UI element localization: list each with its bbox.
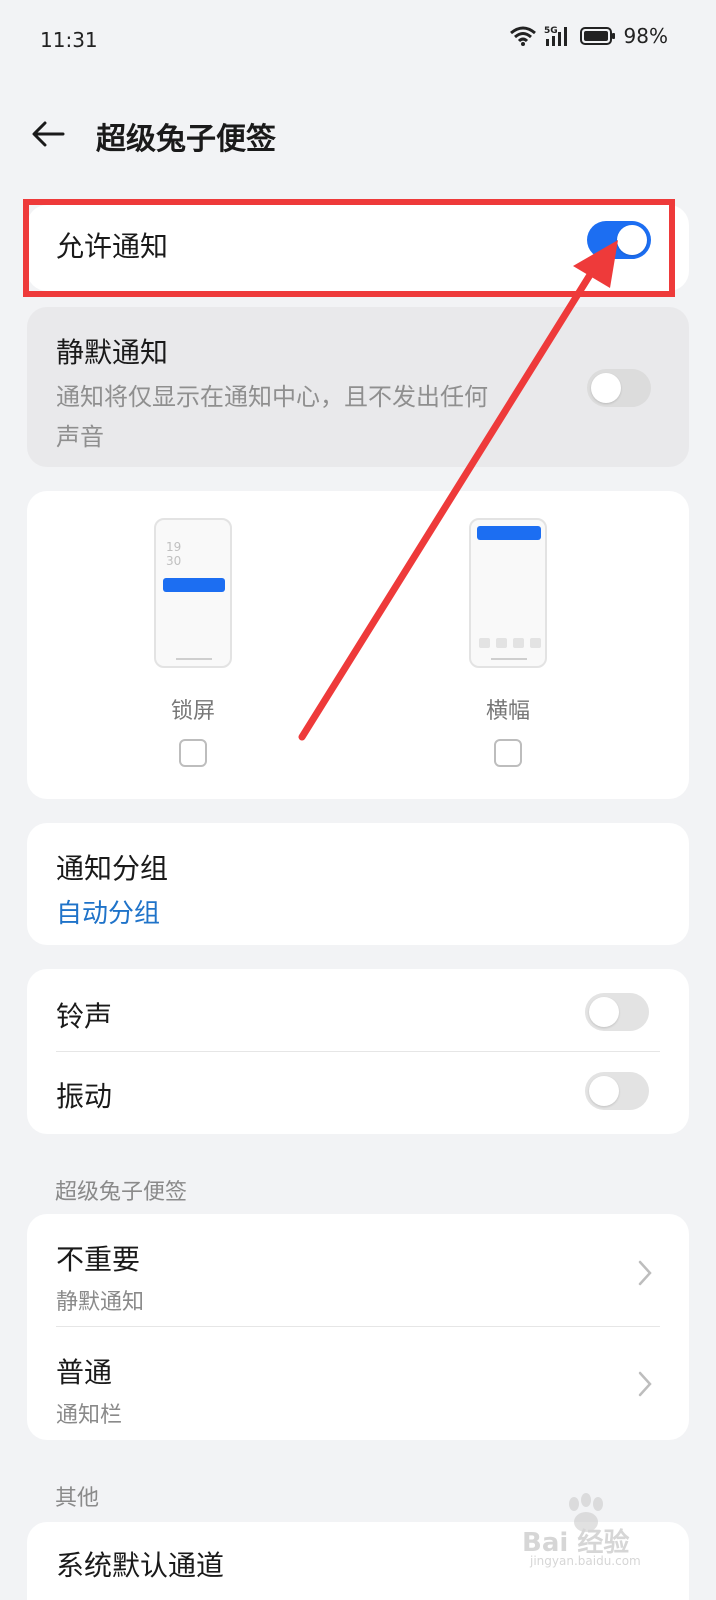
channels-card: 不重要 静默通知 普通 通知栏 <box>27 1214 689 1440</box>
wifi-icon <box>509 26 536 46</box>
header: 超级兔子便签 <box>0 100 716 170</box>
lock-screen-preview[interactable]: 19 30 <box>154 518 232 668</box>
status-time: 11:31 <box>40 28 98 52</box>
toggle-knob <box>591 373 621 403</box>
chevron-right-icon <box>638 1260 652 1286</box>
lock-notification-bar <box>163 578 225 592</box>
silent-notify-desc-line1: 通知将仅显示在通知中心，且不发出任何 <box>56 383 488 411</box>
vibrate-label: 振动 <box>56 1080 113 1113</box>
banner-preview[interactable] <box>469 518 547 668</box>
channels-section-label: 超级兔子便签 <box>55 1180 188 1205</box>
sound-card: 铃声 振动 <box>27 969 689 1134</box>
display-mode-card: 19 30 锁屏 横幅 <box>27 491 689 799</box>
channel-title: 普通 <box>56 1356 113 1389</box>
divider <box>56 1051 660 1052</box>
silent-notify-desc-line2: 声音 <box>56 423 104 451</box>
channel-item[interactable]: 不重要 静默通知 <box>27 1214 689 1326</box>
annotation-highlight-box <box>23 199 675 297</box>
watermark: Bai 经验 jingyan.baidu.com <box>516 1493 686 1570</box>
back-arrow-icon <box>32 121 65 147</box>
status-icons: 5G 98% <box>509 24 668 48</box>
lock-screen-checkbox[interactable] <box>179 739 207 767</box>
watermark-url: jingyan.baidu.com <box>530 1554 641 1568</box>
other-item-label: 系统默认通道 <box>56 1549 225 1582</box>
lock-screen-label: 锁屏 <box>170 699 215 724</box>
silent-notify-toggle[interactable] <box>587 369 651 407</box>
channel-sub: 静默通知 <box>56 1290 145 1315</box>
grouping-label: 通知分组 <box>56 852 169 885</box>
lock-clock-top: 19 <box>166 540 182 554</box>
status-bar: 11:31 5G 98% <box>0 0 716 82</box>
ringtone-label: 铃声 <box>56 1000 113 1033</box>
banner-checkbox[interactable] <box>494 739 522 767</box>
lock-clock-bottom: 30 <box>166 554 182 568</box>
silent-notify-label: 静默通知 <box>56 336 169 369</box>
grouping-value: 自动分组 <box>56 899 161 929</box>
battery-icon <box>579 27 615 45</box>
silent-notify-card: 静默通知 通知将仅显示在通知中心，且不发出任何 声音 <box>27 307 689 467</box>
home-indicator <box>491 658 527 660</box>
channel-sub: 通知栏 <box>56 1403 123 1428</box>
battery-percent: 98% <box>623 24 668 48</box>
dock-icons <box>479 638 541 648</box>
banner-label: 横幅 <box>485 699 530 724</box>
signal-5g-icon: 5G <box>544 26 567 46</box>
channel-item[interactable]: 普通 通知栏 <box>27 1327 689 1439</box>
grouping-card[interactable]: 通知分组 自动分组 <box>27 823 689 945</box>
other-section-label: 其他 <box>55 1486 100 1511</box>
back-button[interactable] <box>28 114 68 154</box>
page-title: 超级兔子便签 <box>96 122 276 157</box>
chevron-right-icon <box>638 1371 652 1397</box>
channel-title: 不重要 <box>56 1243 141 1276</box>
svg-text:5G: 5G <box>544 26 558 36</box>
home-indicator <box>176 658 212 660</box>
vibrate-toggle[interactable] <box>585 1072 649 1110</box>
banner-notification-bar <box>477 526 541 540</box>
toggle-knob <box>589 1076 619 1106</box>
ringtone-toggle[interactable] <box>585 993 649 1031</box>
toggle-knob <box>589 997 619 1027</box>
